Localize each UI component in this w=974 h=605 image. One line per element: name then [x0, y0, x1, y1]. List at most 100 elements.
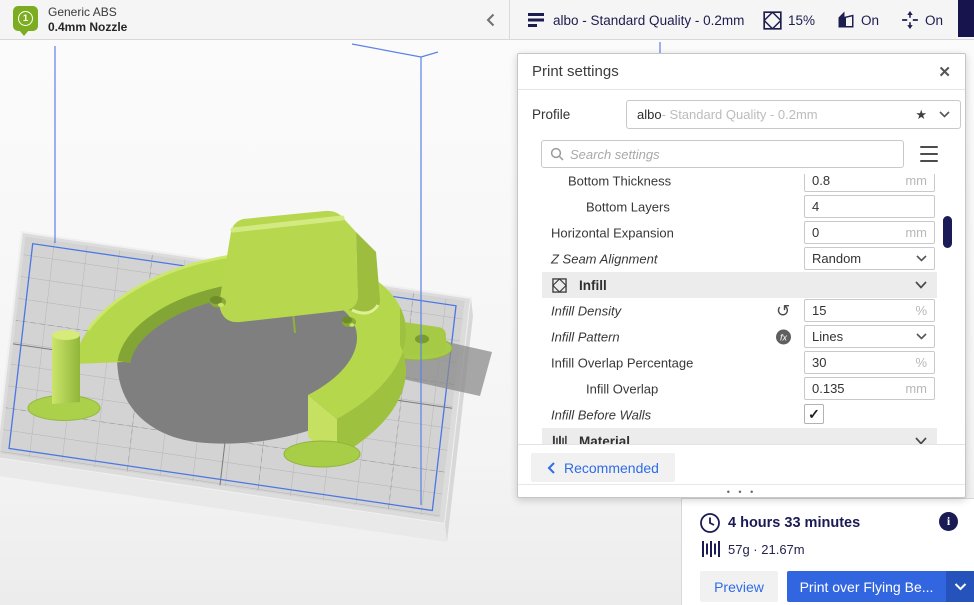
support-value: On	[861, 13, 879, 28]
setting-unit: mm	[905, 381, 927, 396]
setting-row-bottom-layers: Bottom Layers 4	[518, 194, 965, 220]
settings-scroll-area[interactable]: Bottom Thickness 0.8 mm Bottom Layers 4	[518, 174, 965, 444]
setting-label: Infill Overlap	[586, 382, 658, 397]
setting-input[interactable]: 4	[804, 195, 935, 218]
setting-label: Infill Density	[551, 304, 621, 319]
print-time-estimate: 4 hours 33 minutes	[728, 515, 860, 531]
infill-value: 15%	[788, 13, 815, 28]
top-bar: 1 Generic ABS 0.4mm Nozzle albo - Standa…	[0, 0, 974, 40]
setting-row-infill-overlap: Infill Overlap 0.135 mm	[518, 376, 965, 402]
cura-window: 1 Generic ABS 0.4mm Nozzle albo - Standa…	[0, 0, 974, 605]
search-icon	[550, 147, 564, 161]
nozzle-size: 0.4mm Nozzle	[48, 20, 127, 35]
filament-usage-icon	[701, 540, 721, 558]
adhesion-value: On	[925, 13, 943, 28]
print-setup-summary[interactable]: albo - Standard Quality - 0.2mm 15% On	[511, 0, 958, 40]
model-post	[52, 334, 80, 404]
close-button[interactable]: ✕	[938, 63, 951, 81]
profile-name: albo	[637, 107, 662, 122]
search-input[interactable]	[570, 147, 895, 162]
extruder-number: 1	[18, 11, 33, 26]
layers-icon	[528, 13, 544, 27]
setting-row-infill-density: Infill Density ↺ 15 %	[518, 298, 965, 324]
section-row-infill: Infill	[518, 272, 965, 298]
setting-unit: %	[915, 355, 927, 370]
settings-menu-icon[interactable]	[920, 146, 938, 162]
profile-label: Profile	[532, 100, 570, 129]
print-button[interactable]: Print over Flying Be...	[787, 571, 946, 602]
setting-dropdown[interactable]: Random	[804, 247, 935, 270]
panel-title: Print settings	[532, 63, 619, 80]
setting-row-infill-overlap-percentage: Infill Overlap Percentage 30 %	[518, 350, 965, 376]
brim-disc-front	[284, 441, 360, 467]
extruder-config[interactable]: 1 Generic ABS 0.4mm Nozzle	[0, 0, 510, 40]
setting-label: Infill Before Walls	[551, 408, 651, 423]
preview-button[interactable]: Preview	[700, 571, 778, 602]
profile-suffix: - Standard Quality - 0.2mm	[662, 107, 818, 122]
setting-input[interactable]: 30 %	[804, 351, 935, 374]
profile-dropdown[interactable]: albo - Standard Quality - 0.2mm ★	[626, 100, 961, 129]
setting-input[interactable]: 15 %	[804, 299, 935, 322]
extruder-badge: 1	[13, 6, 38, 31]
setting-input[interactable]: 0 mm	[804, 221, 935, 244]
setting-value: 0.8	[812, 174, 830, 188]
setting-dropdown[interactable]: Lines	[804, 325, 935, 348]
setting-input[interactable]: 0.8 mm	[804, 174, 935, 192]
chevron-left-icon	[486, 13, 495, 27]
setting-row-infill-pattern: Infill Pattern fx Lines	[518, 324, 965, 350]
setting-row-horizontal-expansion: Horizontal Expansion 0 mm	[518, 220, 965, 246]
setting-value: Lines	[812, 329, 843, 344]
section-row-material: Material	[518, 428, 965, 444]
collapse-button[interactable]	[478, 8, 502, 32]
setting-input[interactable]: 0.135 mm	[804, 377, 935, 400]
adhesion-icon	[901, 11, 919, 29]
setting-row-infill-before-walls: Infill Before Walls ✓	[518, 402, 965, 428]
setting-label: Infill Overlap Percentage	[551, 356, 693, 371]
setting-unit: %	[915, 303, 927, 318]
setting-label: Horizontal Expansion	[551, 226, 674, 241]
star-icon[interactable]: ★	[915, 107, 927, 123]
chevron-down-icon	[915, 281, 927, 289]
material-name: Generic ABS	[48, 5, 117, 20]
chevron-left-icon	[547, 462, 555, 474]
profile-summary: albo - Standard Quality - 0.2mm	[553, 0, 744, 40]
setting-value: 0	[812, 225, 819, 240]
section-header-infill[interactable]: Infill	[542, 272, 937, 298]
setting-value: 4	[812, 199, 819, 214]
setting-label: Bottom Layers	[586, 200, 670, 215]
scrollbar-thumb[interactable]	[943, 216, 952, 248]
chevron-down-icon	[954, 583, 967, 591]
setting-checkbox[interactable]: ✓	[804, 404, 824, 424]
setting-value: Random	[812, 251, 861, 266]
info-icon[interactable]: i	[939, 512, 958, 531]
setting-label: Bottom Thickness	[568, 174, 671, 189]
panel-header: Print settings ✕	[518, 54, 965, 90]
check-icon: ✓	[808, 406, 820, 423]
section-label: Infill	[579, 278, 607, 293]
chevron-down-icon	[916, 333, 927, 340]
print-options-dropdown[interactable]	[946, 571, 974, 602]
chevron-down-icon	[915, 437, 927, 444]
section-label: Material	[579, 434, 630, 445]
setting-label: Z Seam Alignment	[551, 252, 657, 267]
reset-icon[interactable]: ↺	[776, 303, 790, 320]
material-usage-estimate: 57g · 21.67m	[728, 542, 805, 557]
material-icon	[552, 434, 567, 445]
chevron-down-icon	[939, 111, 950, 118]
action-panel: 4 hours 33 minutes i 57g · 21.67m Previe…	[681, 498, 974, 605]
infill-icon	[552, 278, 567, 293]
panel-footer: Recommended	[518, 444, 965, 484]
support-icon	[837, 11, 855, 29]
chevron-down-icon	[916, 255, 927, 262]
function-icon[interactable]: fx	[776, 330, 791, 345]
marketplace-button-edge[interactable]	[958, 0, 974, 37]
setting-row-bottom-thickness: Bottom Thickness 0.8 mm	[518, 174, 965, 194]
clock-icon	[699, 512, 721, 534]
setting-value: 30	[812, 355, 826, 370]
setting-value: 15	[812, 303, 826, 318]
setting-row-z-seam-alignment: Z Seam Alignment Random	[518, 246, 965, 272]
panel-resize-grip[interactable]: • • •	[518, 484, 965, 499]
recommended-mode-button[interactable]: Recommended	[531, 453, 675, 482]
section-header-material[interactable]: Material	[542, 428, 937, 444]
search-box[interactable]	[541, 140, 904, 168]
